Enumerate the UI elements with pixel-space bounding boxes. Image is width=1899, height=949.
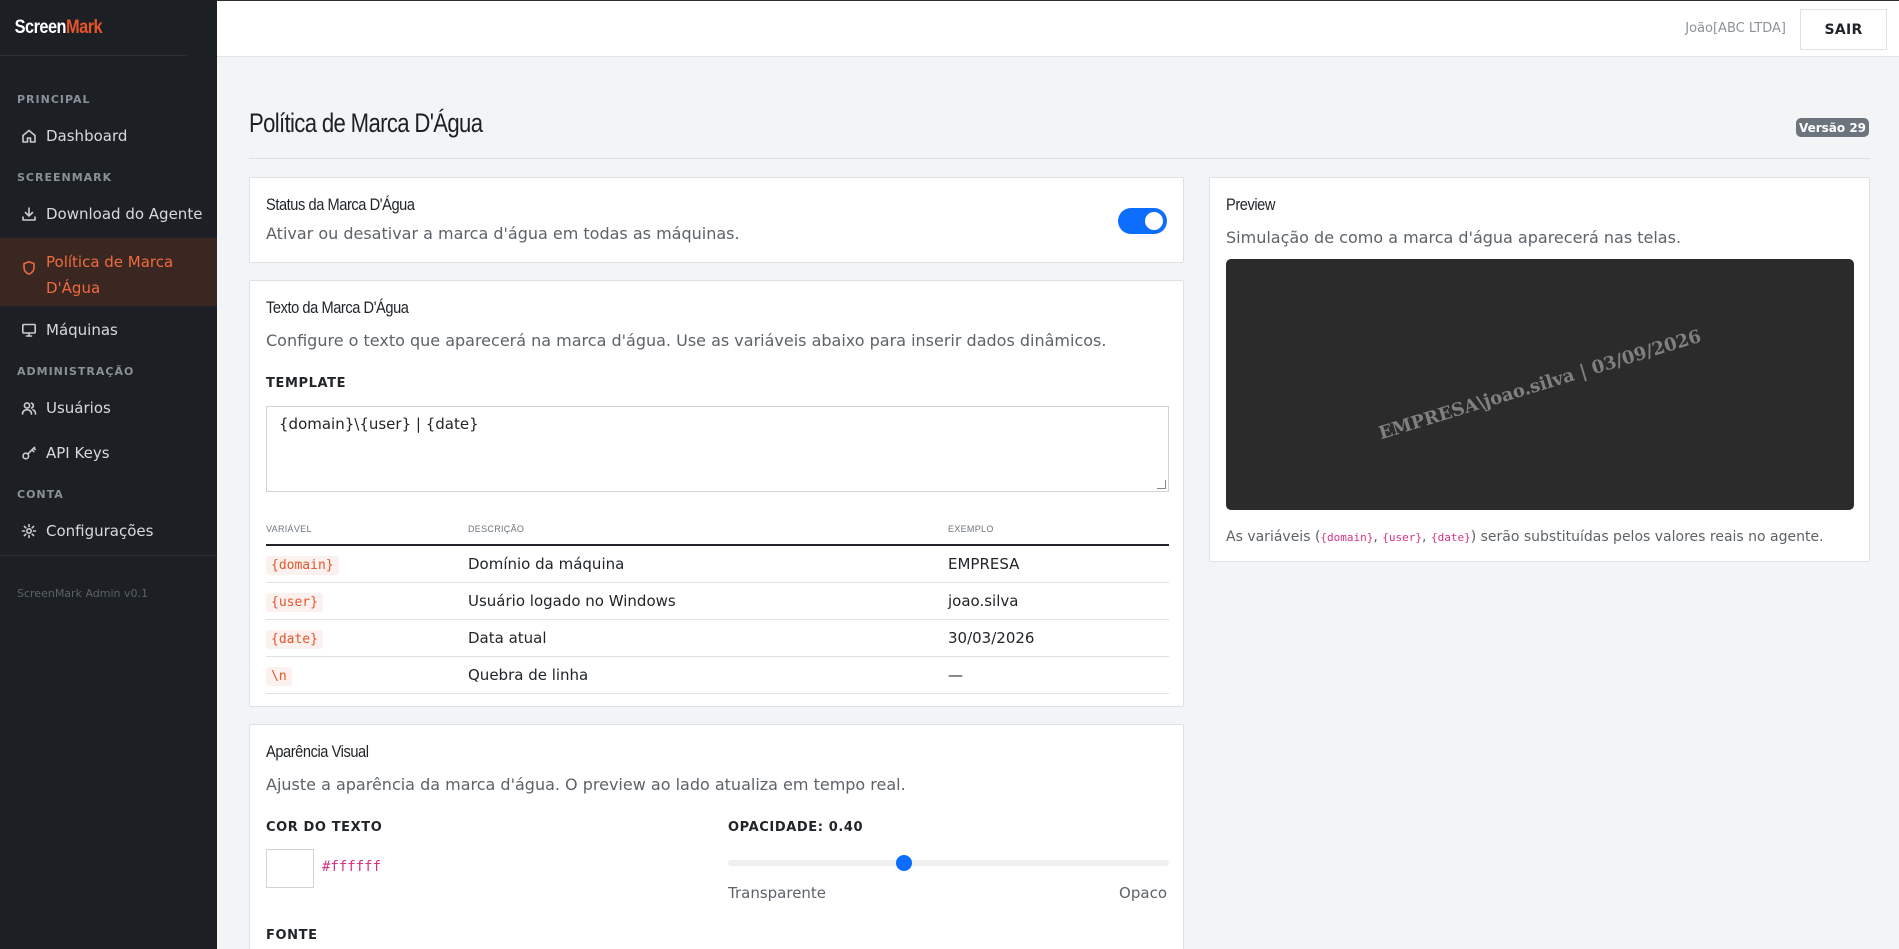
preview-card-subtitle: Simulação de como a marca d'água aparece… — [1226, 228, 1682, 247]
variables-table: VARIÁVEL DESCRIÇÃO EXEMPLO {domain} Domí… — [266, 513, 1169, 694]
version-badge: Versão 29 — [1796, 118, 1869, 137]
text-card-subtitle: Configure o texto que aparecerá na marca… — [266, 331, 1107, 350]
watermark-preview-text: EMPRESA\joao.silva | 03/09/2026 — [1376, 325, 1704, 444]
sidebar-item-label: Dashboard — [46, 127, 128, 145]
brand-logo-part1: Screen — [14, 16, 67, 38]
sidebar-item-dashboard[interactable]: Dashboard — [0, 122, 217, 150]
opacity-label: OPACIDADE: 0.40 — [728, 820, 863, 835]
example-cell: joao.silva — [944, 582, 1169, 620]
color-hex-value: #ffffff — [322, 859, 382, 875]
sidebar-item-label: Download do Agente — [46, 205, 203, 223]
template-value: {domain}\{user} | {date} — [279, 415, 479, 433]
var-code: {date} — [266, 629, 323, 649]
brand-logo-part2: Mark — [66, 16, 103, 38]
sidebar-item-download-agente[interactable]: Download do Agente — [0, 200, 217, 228]
sidebar-item-label: Usuários — [46, 399, 111, 417]
appearance-card: Aparência Visual Ajuste a aparência da m… — [249, 724, 1184, 949]
appearance-card-title: Aparência Visual — [266, 742, 369, 761]
key-icon — [20, 445, 37, 462]
download-icon — [20, 206, 37, 223]
home-icon — [20, 128, 37, 145]
desc-cell: Usuário logado no Windows — [464, 582, 944, 620]
appearance-card-subtitle: Ajuste a aparência da marca d'água. O pr… — [266, 775, 906, 794]
preview-note-var-user: {user} — [1382, 531, 1423, 544]
sidebar-divider — [0, 555, 217, 556]
preview-note-suffix: ) serão substituídas pelos valores reais… — [1470, 529, 1824, 545]
table-row: \n Quebra de linha — — [266, 656, 1169, 694]
var-cell: \n — [266, 656, 464, 694]
nav-section-screenmark: SCREENMARK — [17, 171, 113, 184]
preview-screen: EMPRESA\joao.silva | 03/09/2026 — [1226, 259, 1854, 510]
preview-note-var-domain: {domain} — [1320, 531, 1374, 544]
sidebar-item-configuracoes[interactable]: Configurações — [0, 517, 217, 545]
desc-cell: Quebra de linha — [464, 656, 944, 694]
table-row: {user} Usuário logado no Windows joao.si… — [266, 582, 1169, 620]
col-header-exemplo: EXEMPLO — [944, 513, 1169, 546]
col-header-descricao: DESCRIÇÃO — [464, 513, 944, 546]
status-card-subtitle: Ativar ou desativar a marca d'água em to… — [266, 224, 740, 243]
sidebar-item-politica-marca-dagua[interactable]: Política de Marca D'Água — [0, 238, 217, 306]
example-cell: — — [944, 656, 1169, 694]
var-cell: {date} — [266, 619, 464, 657]
current-user: João[ABC LTDA] — [1685, 21, 1786, 36]
preview-note: As variáveis ({domain}, {user}, {date}) … — [1226, 529, 1824, 545]
sidebar-item-label: Máquinas — [46, 321, 118, 339]
logout-button[interactable]: SAIR — [1800, 9, 1887, 50]
sidebar-item-label: API Keys — [46, 444, 110, 462]
desc-cell: Data atual — [464, 619, 944, 657]
toggle-knob — [1145, 212, 1163, 230]
preview-card: Preview Simulação de como a marca d'água… — [1209, 177, 1870, 562]
example-cell: 30/03/2026 — [944, 619, 1169, 657]
col-header-variavel: VARIÁVEL — [266, 513, 464, 546]
preview-note-var-date: {date} — [1430, 531, 1471, 544]
nav-section-principal: PRINCIPAL — [17, 93, 91, 106]
gear-icon — [20, 523, 37, 540]
sidebar-item-api-keys[interactable]: API Keys — [0, 439, 217, 467]
text-color-label: COR DO TEXTO — [266, 820, 383, 835]
sidebar: Screen Mark PRINCIPAL Dashboard SCREENMAR… — [0, 0, 217, 949]
opacity-value: 0.40 — [828, 820, 864, 835]
table-row: {domain} Domínio da máquina EMPRESA — [266, 545, 1169, 583]
opacity-max-label: Opaco — [1119, 884, 1167, 902]
var-code: {user} — [266, 592, 323, 612]
sidebar-item-usuarios[interactable]: Usuários — [0, 394, 217, 422]
watermark-text-card: Texto da Marca D'Água Configure o texto … — [249, 280, 1184, 707]
sidebar-item-maquinas[interactable]: Máquinas — [0, 316, 217, 344]
brand-logo[interactable]: Screen Mark — [0, 0, 187, 56]
users-icon — [20, 400, 37, 417]
title-divider — [249, 158, 1870, 159]
opacity-label-text: OPACIDADE: — [728, 820, 824, 835]
color-swatch[interactable] — [266, 849, 314, 888]
opacity-min-label: Transparente — [728, 884, 827, 902]
table-header-row: VARIÁVEL DESCRIÇÃO EXEMPLO — [266, 513, 1169, 546]
nav-section-conta: CONTA — [17, 488, 64, 501]
opacity-slider-thumb[interactable] — [896, 855, 913, 871]
example-cell: EMPRESA — [944, 545, 1169, 583]
monitor-icon — [20, 322, 37, 339]
top-bar: João[ABC LTDA] SAIR — [217, 0, 1899, 57]
desc-cell: Domínio da máquina — [464, 545, 944, 583]
var-code: {domain} — [266, 555, 339, 575]
preview-note-prefix: As variáveis ( — [1226, 529, 1321, 545]
var-cell: {domain} — [266, 545, 464, 583]
status-card-title: Status da Marca D'Água — [266, 195, 415, 214]
preview-card-title: Preview — [1226, 195, 1275, 214]
var-cell: {user} — [266, 582, 464, 620]
sidebar-item-label: Configurações — [46, 522, 154, 540]
resize-grip[interactable] — [1157, 480, 1166, 489]
page-title: Política de Marca D'Água — [249, 108, 483, 138]
sidebar-item-label: Política de Marca D'Água — [46, 253, 174, 297]
status-card: Status da Marca D'Água Ativar ou desativ… — [249, 177, 1184, 263]
template-textarea[interactable]: {domain}\{user} | {date} — [266, 406, 1169, 492]
font-label: FONTE — [266, 928, 318, 943]
text-card-title: Texto da Marca D'Água — [266, 298, 409, 317]
watermark-enabled-toggle[interactable] — [1118, 208, 1167, 234]
table-row: {date} Data atual 30/03/2026 — [266, 619, 1169, 657]
shield-icon — [20, 259, 37, 276]
template-label: TEMPLATE — [266, 376, 347, 391]
app-version: ScreenMark Admin v0.1 — [17, 587, 148, 600]
opacity-slider[interactable] — [728, 855, 1169, 871]
nav-section-administracao: ADMINISTRAÇÃO — [17, 365, 135, 378]
var-code: \n — [266, 666, 292, 686]
